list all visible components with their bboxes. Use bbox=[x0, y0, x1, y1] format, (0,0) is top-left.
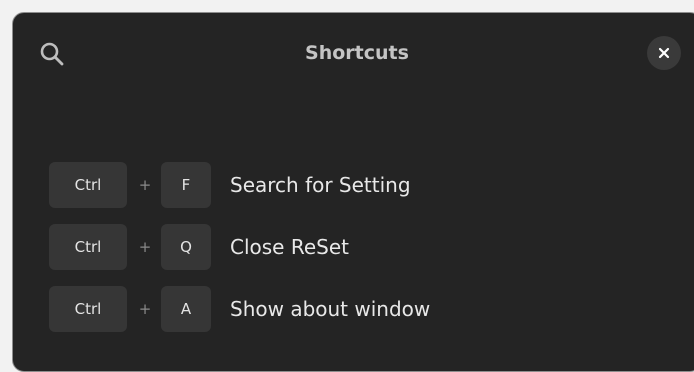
shortcut-row-close: Ctrl + Q Close ReSet bbox=[49, 224, 649, 270]
header-bar: Shortcuts bbox=[13, 13, 694, 93]
plus-sign: + bbox=[138, 300, 152, 318]
shortcut-description: Show about window bbox=[230, 297, 431, 321]
letter-key: A bbox=[161, 286, 211, 332]
search-icon bbox=[40, 42, 64, 66]
letter-key: Q bbox=[161, 224, 211, 270]
shortcut-row-search: Ctrl + F Search for Setting bbox=[49, 162, 649, 208]
modifier-key: Ctrl bbox=[49, 224, 127, 270]
letter-key: F bbox=[161, 162, 211, 208]
close-icon bbox=[658, 47, 670, 59]
shortcut-description: Close ReSet bbox=[230, 235, 349, 259]
search-button[interactable] bbox=[35, 37, 69, 71]
shortcuts-window: Shortcuts Ctrl + F Search for Setting Ct… bbox=[12, 12, 694, 372]
plus-sign: + bbox=[138, 176, 152, 194]
window-title: Shortcuts bbox=[305, 42, 409, 64]
close-button[interactable] bbox=[647, 36, 681, 70]
modifier-key: Ctrl bbox=[49, 286, 127, 332]
shortcut-description: Search for Setting bbox=[230, 173, 411, 197]
plus-sign: + bbox=[138, 238, 152, 256]
modifier-key: Ctrl bbox=[49, 162, 127, 208]
shortcut-row-about: Ctrl + A Show about window bbox=[49, 286, 649, 332]
